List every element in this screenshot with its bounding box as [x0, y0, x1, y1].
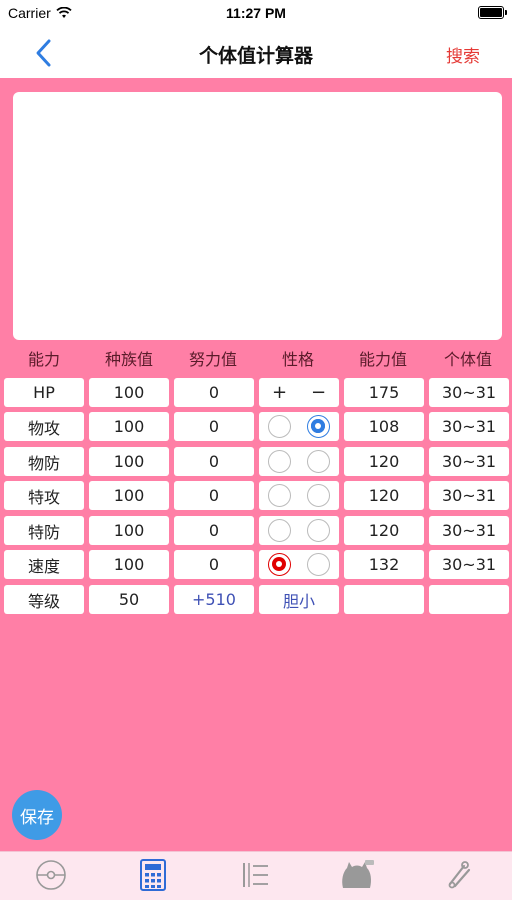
search-button[interactable]: 搜索 — [446, 42, 480, 67]
base-input[interactable]: 100 — [89, 550, 169, 579]
save-button[interactable]: 保存 — [12, 790, 62, 840]
stat-value: 132 — [344, 550, 424, 579]
ev-input[interactable]: 0 — [174, 516, 254, 545]
header-nature: 性格 — [281, 350, 314, 369]
stat-value: 120 — [344, 447, 424, 476]
battery-icon — [478, 6, 507, 19]
header-stat: 能力 — [27, 350, 60, 369]
nature-plus-radio[interactable] — [268, 415, 291, 438]
base-input[interactable]: 100 — [89, 447, 169, 476]
stat-label: 物防 — [4, 447, 84, 476]
result-panel — [13, 92, 502, 340]
plus-label: + — [271, 382, 288, 403]
header-base: 种族值 — [104, 350, 153, 369]
nature-header-cell: + − — [259, 378, 339, 407]
header-ev: 努力值 — [188, 350, 237, 369]
table-row: HP 100 0 + − 175 30~31 — [0, 378, 512, 407]
nature-minus-radio[interactable] — [307, 519, 330, 542]
header-iv: 个体值 — [443, 350, 492, 369]
stat-label: 物攻 — [4, 412, 84, 441]
table-row: 物攻 100 0 108 30~31 — [0, 412, 512, 441]
stat-value: 120 — [344, 516, 424, 545]
table-header: 能力 种族值 努力值 性格 能力值 个体值 — [0, 346, 512, 372]
ev-input[interactable]: 0 — [174, 550, 254, 579]
page-title: 个体值计算器 — [198, 45, 313, 67]
nature-minus-radio[interactable] — [307, 450, 330, 473]
status-bar: Carrier 11:27 PM — [0, 0, 512, 28]
base-input[interactable]: 100 — [89, 412, 169, 441]
iv-range: 30~31 — [429, 481, 509, 510]
nature-plus-radio[interactable] — [268, 450, 291, 473]
base-input[interactable]: 100 — [89, 516, 169, 545]
tab-tools[interactable] — [408, 858, 510, 900]
navigation-bar: 个体值计算器 搜索 — [0, 28, 512, 78]
tab-calculator[interactable] — [102, 858, 204, 900]
iv-range: 30~31 — [429, 550, 509, 579]
list-icon — [243, 863, 268, 887]
nature-selector[interactable]: 胆小 — [259, 585, 339, 614]
tab-pokeball[interactable] — [0, 858, 102, 900]
stat-label: HP — [4, 378, 84, 407]
table-row: 速度 100 0 132 30~31 — [0, 550, 512, 579]
nature-plus-radio[interactable] — [268, 484, 291, 507]
nature-cell — [259, 412, 339, 441]
ev-input[interactable]: 0 — [174, 378, 254, 407]
nature-minus-radio[interactable] — [307, 553, 330, 576]
empty-cell — [429, 585, 509, 614]
nature-minus-radio[interactable] — [307, 415, 330, 438]
base-input[interactable]: 100 — [89, 378, 169, 407]
header-value: 能力值 — [358, 350, 407, 369]
iv-range: 30~31 — [429, 447, 509, 476]
nature-plus-radio[interactable] — [268, 519, 291, 542]
nature-cell — [259, 516, 339, 545]
base-input[interactable]: 100 — [89, 481, 169, 510]
level-row: 等级 50 +510 胆小 — [0, 585, 512, 614]
ev-input[interactable]: 0 — [174, 481, 254, 510]
table-row: 特攻 100 0 120 30~31 — [0, 481, 512, 510]
level-input[interactable]: 50 — [89, 585, 169, 614]
ev-input[interactable]: 0 — [174, 412, 254, 441]
minus-label: − — [310, 382, 327, 403]
stat-label: 特攻 — [4, 481, 84, 510]
stat-value: 108 — [344, 412, 424, 441]
table-row: 物防 100 0 120 30~31 — [0, 447, 512, 476]
pokeball-icon — [36, 860, 66, 890]
nature-minus-radio[interactable] — [307, 484, 330, 507]
stat-value: 120 — [344, 481, 424, 510]
nature-plus-radio[interactable] — [268, 553, 291, 576]
nature-cell — [259, 447, 339, 476]
stat-value: 175 — [344, 378, 424, 407]
iv-range: 30~31 — [429, 412, 509, 441]
table-row: 特防 100 0 120 30~31 — [0, 516, 512, 545]
empty-cell — [344, 585, 424, 614]
stat-label: 速度 — [4, 550, 84, 579]
status-time: 11:27 PM — [226, 5, 286, 21]
tab-monster[interactable] — [306, 858, 408, 900]
tools-icon — [448, 861, 471, 889]
level-label: 等级 — [4, 585, 84, 614]
iv-range: 30~31 — [429, 516, 509, 545]
calculator-icon — [140, 859, 166, 891]
tab-list[interactable] — [204, 858, 306, 900]
nature-cell — [259, 481, 339, 510]
tab-bar — [0, 851, 512, 900]
stat-label: 特防 — [4, 516, 84, 545]
monster-icon — [342, 860, 374, 888]
nature-cell — [259, 550, 339, 579]
ev-input[interactable]: 0 — [174, 447, 254, 476]
iv-range: 30~31 — [429, 378, 509, 407]
ev-remaining: +510 — [174, 585, 254, 614]
